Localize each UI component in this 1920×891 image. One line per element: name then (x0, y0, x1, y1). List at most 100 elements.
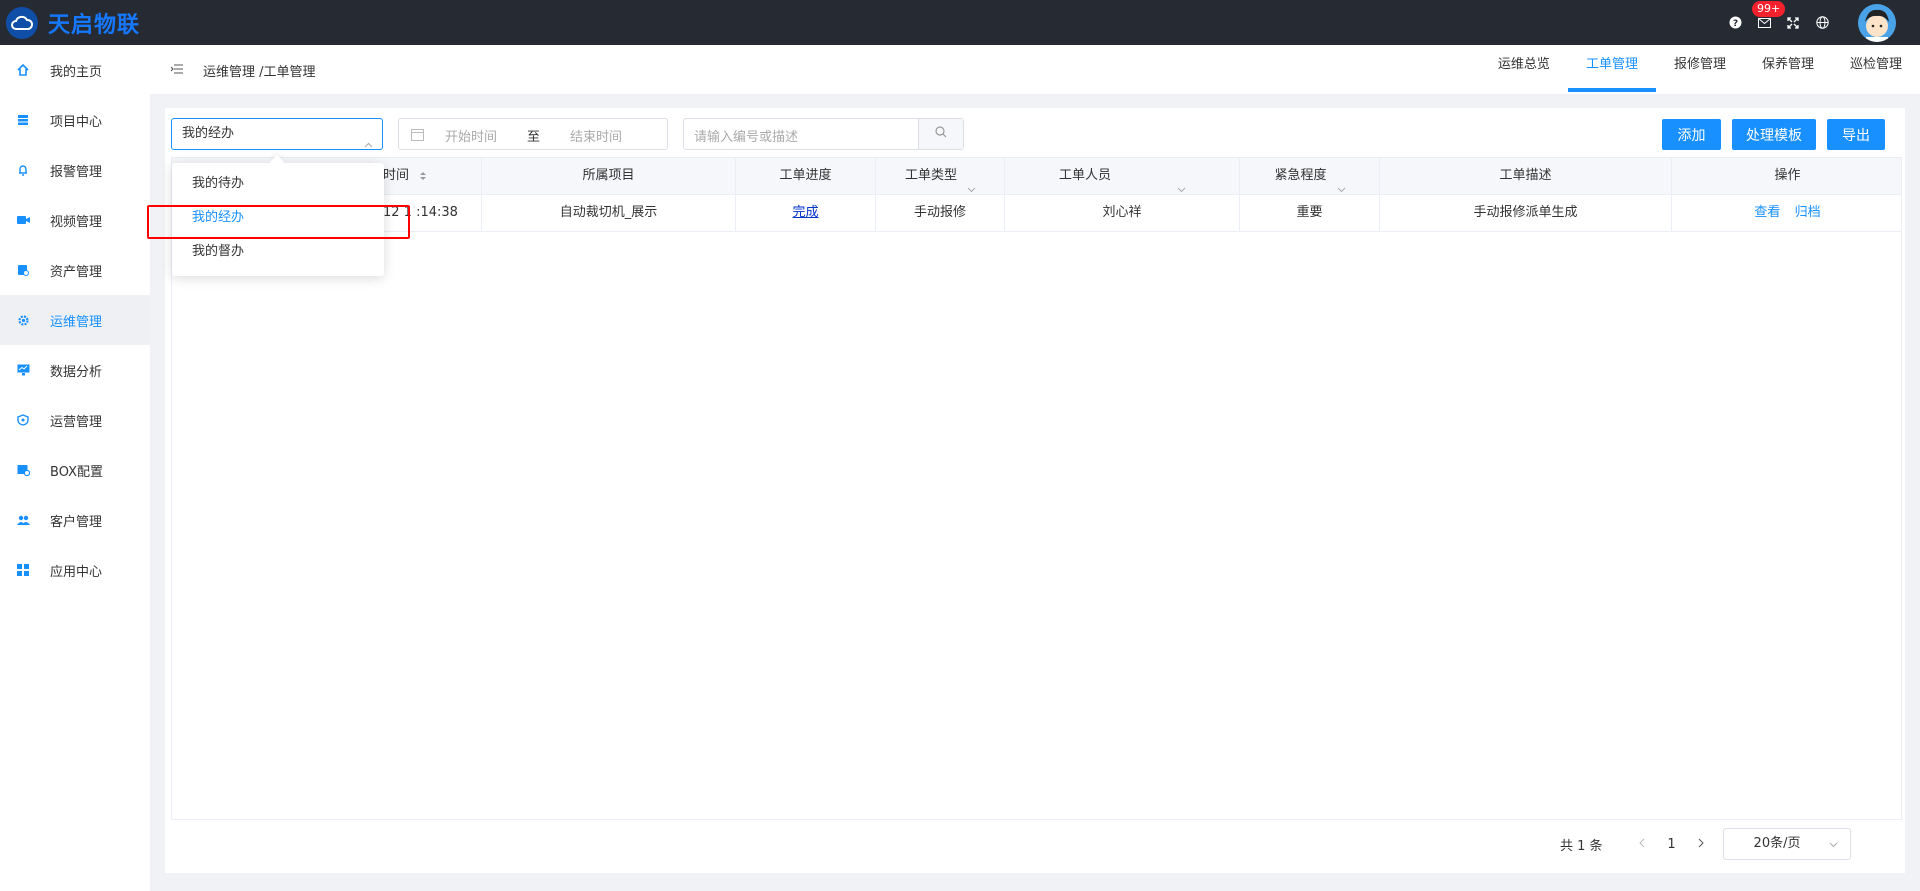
search-button[interactable] (918, 119, 963, 149)
date-end-input[interactable]: 结束时间 (570, 126, 622, 145)
scope-select[interactable]: 我的经办 (171, 118, 383, 150)
home-icon (16, 63, 30, 77)
date-range-picker[interactable]: 开始时间 至 结束时间 (398, 118, 668, 150)
fullscreen-icon[interactable] (1783, 13, 1803, 33)
sort-icon[interactable] (413, 168, 427, 183)
globe-icon[interactable] (1812, 13, 1832, 33)
tab-work-orders[interactable]: 工单管理 (1567, 45, 1656, 94)
top-bar: 天启物联 ? 99+ (0, 0, 1920, 45)
notification-badge: 99+ (1752, 0, 1786, 17)
chevron-down-icon (1829, 830, 1838, 860)
chevron-down-icon[interactable] (1177, 172, 1186, 192)
sidebar-item-label: 项目中心 (50, 114, 103, 130)
logo[interactable]: 天启物联 (6, 6, 141, 39)
view-link[interactable]: 查看 (1754, 205, 1780, 220)
progress-link[interactable]: 完成 (792, 205, 818, 220)
column-progress: 工单进度 (736, 158, 876, 194)
scope-select-value: 我的经办 (182, 126, 235, 141)
sidebar-item-label: 报警管理 (50, 164, 103, 180)
menu-fold-icon[interactable] (170, 63, 184, 77)
tab-maintenance[interactable]: 保养管理 (1744, 45, 1832, 94)
stack-icon (16, 113, 30, 127)
logo-text: 天启物联 (48, 12, 141, 38)
page-number[interactable]: 1 (1657, 837, 1687, 852)
sidebar-item-customers[interactable]: 客户管理 (0, 495, 150, 545)
gear-icon (16, 313, 30, 327)
template-button[interactable]: 处理模板 (1732, 119, 1816, 150)
sidebar-item-label: 客户管理 (50, 514, 103, 530)
chevron-up-icon (364, 130, 373, 148)
sidebar-item-home[interactable]: 我的主页 (0, 45, 150, 95)
sidebar-item-label: 运维管理 (50, 314, 103, 330)
option-my-todo[interactable]: 我的待办 (172, 167, 384, 201)
video-camera-icon (16, 213, 30, 227)
breadcrumb: 运维管理 /工单管理 (203, 65, 316, 80)
column-project: 所属项目 (482, 158, 736, 194)
chevron-down-icon[interactable] (1337, 172, 1345, 192)
mail-icon[interactable]: 99+ (1752, 0, 1786, 33)
sidebar-item-label: 我的主页 (50, 64, 103, 80)
top-tabs: 运维总览 工单管理 报修管理 保养管理 巡检管理 (1480, 45, 1920, 94)
shield-gear-icon (16, 413, 30, 427)
page-size-select[interactable]: 20条/页 (1722, 828, 1851, 860)
tab-inspection[interactable]: 巡检管理 (1832, 45, 1920, 94)
cloud-logo-icon (6, 6, 38, 39)
selection-highlight-box (147, 205, 410, 239)
cell-person: 刘心祥 (1005, 195, 1240, 231)
sidebar-item-label: 数据分析 (50, 364, 103, 380)
cell-urgency: 重要 (1240, 195, 1380, 231)
box-settings-icon (16, 463, 30, 477)
prev-page-icon[interactable] (1627, 837, 1657, 852)
column-actions: 操作 (1774, 168, 1801, 183)
sidebar-item-label: BOX配置 (50, 464, 103, 480)
sidebar-item-label: 运营管理 (50, 414, 103, 430)
chevron-down-icon[interactable] (967, 172, 976, 192)
calendar-icon (411, 128, 424, 141)
page-header: 运维管理 /工单管理 运维总览 工单管理 报修管理 保养管理 巡检管理 (150, 45, 1920, 94)
pagination: 共 1 条 1 20条/页 (1560, 827, 1851, 861)
sidebar-item-analytics[interactable]: 数据分析 (0, 345, 150, 395)
column-urgency[interactable]: 紧急程度 (1240, 158, 1380, 194)
cell-project: 自动裁切机_展示 (482, 195, 736, 231)
sidebar-item-label: 资产管理 (50, 264, 103, 280)
column-person[interactable]: 工单人员 (1005, 158, 1240, 194)
sidebar: 我的主页 项目中心 报警管理 视频管理 资产管理 运维管理 数据分析 运营管理 … (0, 45, 150, 891)
sidebar-item-box-config[interactable]: BOX配置 (0, 445, 150, 495)
sidebar-item-label: 应用中心 (50, 564, 103, 580)
table-header: 时间 所属项目 工单进度 工单类型 工单人员 紧急程度 工单描述 操作 (172, 158, 1901, 195)
date-separator: 至 (527, 130, 541, 145)
export-button[interactable]: 导出 (1827, 119, 1885, 150)
search-placeholder: 请输入编号或描述 (694, 130, 799, 145)
sidebar-item-operation-mgmt[interactable]: 运营管理 (0, 395, 150, 445)
column-type[interactable]: 工单类型 (876, 158, 1005, 194)
cell-type: 手动报修 (876, 195, 1005, 231)
cell-actions: 查看 归档 (1672, 195, 1903, 231)
search-input[interactable]: 请输入编号或描述 (683, 118, 964, 150)
table-row: 12 1 :14:38 自动裁切机_展示 完成 手动报修 刘心祥 重要 手动报修… (172, 195, 1901, 232)
tab-repairs[interactable]: 报修管理 (1656, 45, 1744, 94)
monitor-chart-icon (16, 363, 30, 377)
cell-description: 手动报修派单生成 (1380, 195, 1672, 231)
sidebar-item-alarms[interactable]: 报警管理 (0, 145, 150, 195)
sidebar-item-assets[interactable]: 资产管理 (0, 245, 150, 295)
column-description: 工单描述 (1380, 158, 1672, 194)
search-icon (935, 126, 947, 142)
help-icon[interactable]: ? (1725, 13, 1745, 33)
sidebar-item-video[interactable]: 视频管理 (0, 195, 150, 245)
avatar[interactable] (1858, 3, 1896, 42)
svg-text:?: ? (1732, 19, 1737, 29)
archive-link[interactable]: 归档 (1795, 205, 1821, 220)
sidebar-item-app-center[interactable]: 应用中心 (0, 545, 150, 595)
users-icon (16, 513, 30, 527)
sidebar-item-projects[interactable]: 项目中心 (0, 95, 150, 145)
option-my-supervised[interactable]: 我的督办 (172, 235, 384, 269)
sidebar-item-label: 视频管理 (50, 214, 103, 230)
asset-icon (16, 263, 30, 277)
sidebar-item-operations[interactable]: 运维管理 (0, 295, 150, 345)
total-count: 共 1 条 (1560, 838, 1603, 854)
date-start-input[interactable]: 开始时间 (445, 126, 497, 145)
add-button[interactable]: 添加 (1662, 119, 1721, 150)
apps-grid-icon (16, 563, 30, 577)
tab-overview[interactable]: 运维总览 (1480, 45, 1568, 94)
next-page-icon[interactable] (1687, 837, 1717, 852)
